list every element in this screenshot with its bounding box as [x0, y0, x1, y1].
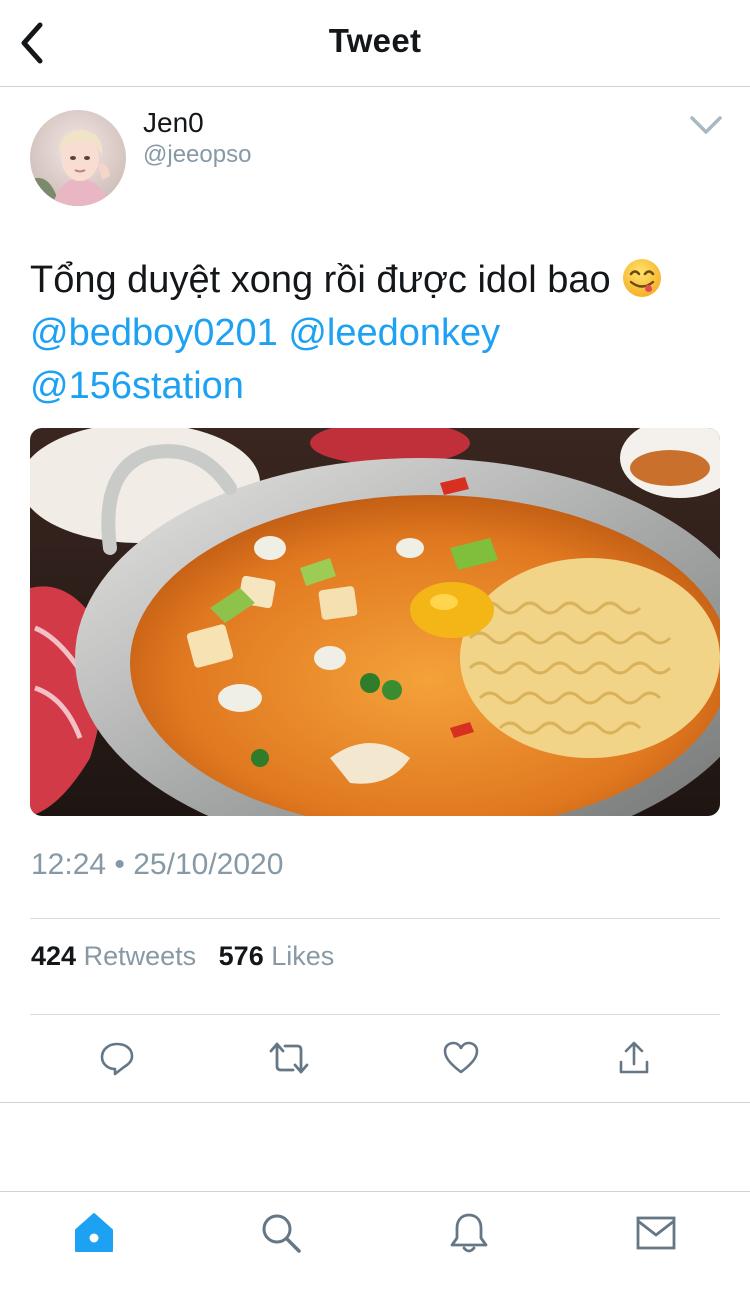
mention-link[interactable]: @leedonkey: [288, 312, 500, 354]
divider: [30, 1014, 720, 1015]
tweet-timestamp[interactable]: 12:24 • 25/10/2020: [31, 848, 283, 882]
retweet-icon: [269, 1042, 309, 1074]
home-icon: [75, 1213, 113, 1252]
page-title: Tweet: [328, 22, 422, 59]
author-handle[interactable]: @jeeopso: [143, 141, 251, 169]
tweet-media-image[interactable]: [30, 428, 720, 816]
tweet-text: Tổng duyệt xong rồi được idol bao @bedbo…: [30, 254, 730, 413]
author-display-name[interactable]: Jen0: [143, 107, 204, 139]
tweet-body: Tổng duyệt xong rồi được idol bao: [30, 259, 611, 301]
messages-icon: [636, 1216, 676, 1250]
more-options-button[interactable]: [686, 110, 726, 140]
notifications-icon: [450, 1213, 488, 1253]
retweets-label[interactable]: Retweets: [84, 941, 197, 971]
likes-count[interactable]: 576: [219, 941, 264, 971]
tab-home[interactable]: [69, 1208, 119, 1258]
retweets-count[interactable]: 424: [31, 941, 76, 971]
face-savoring-food-emoji: [623, 259, 662, 297]
like-button[interactable]: [439, 1036, 483, 1080]
share-icon: [619, 1041, 649, 1074]
retweet-button[interactable]: [267, 1036, 311, 1080]
mention-link[interactable]: @bedboy0201: [30, 312, 278, 354]
tab-messages[interactable]: [631, 1208, 681, 1258]
tab-search[interactable]: [256, 1208, 306, 1258]
likes-label[interactable]: Likes: [271, 941, 334, 971]
share-button[interactable]: [612, 1036, 656, 1080]
reply-button[interactable]: [95, 1036, 139, 1080]
tab-notifications[interactable]: [444, 1208, 494, 1258]
top-navigation-bar: Tweet: [0, 0, 750, 87]
divider: [0, 1102, 750, 1103]
mention-link[interactable]: @156station: [30, 365, 244, 407]
heart-icon: [443, 1041, 479, 1074]
tab-bar-border: [0, 1191, 750, 1192]
divider: [30, 918, 720, 919]
avatar[interactable]: [30, 110, 126, 206]
reply-icon: [100, 1042, 134, 1076]
chevron-down-icon: [690, 116, 722, 134]
tweet-stats: 424 Retweets 576 Likes: [31, 941, 334, 972]
search-icon: [262, 1214, 301, 1253]
